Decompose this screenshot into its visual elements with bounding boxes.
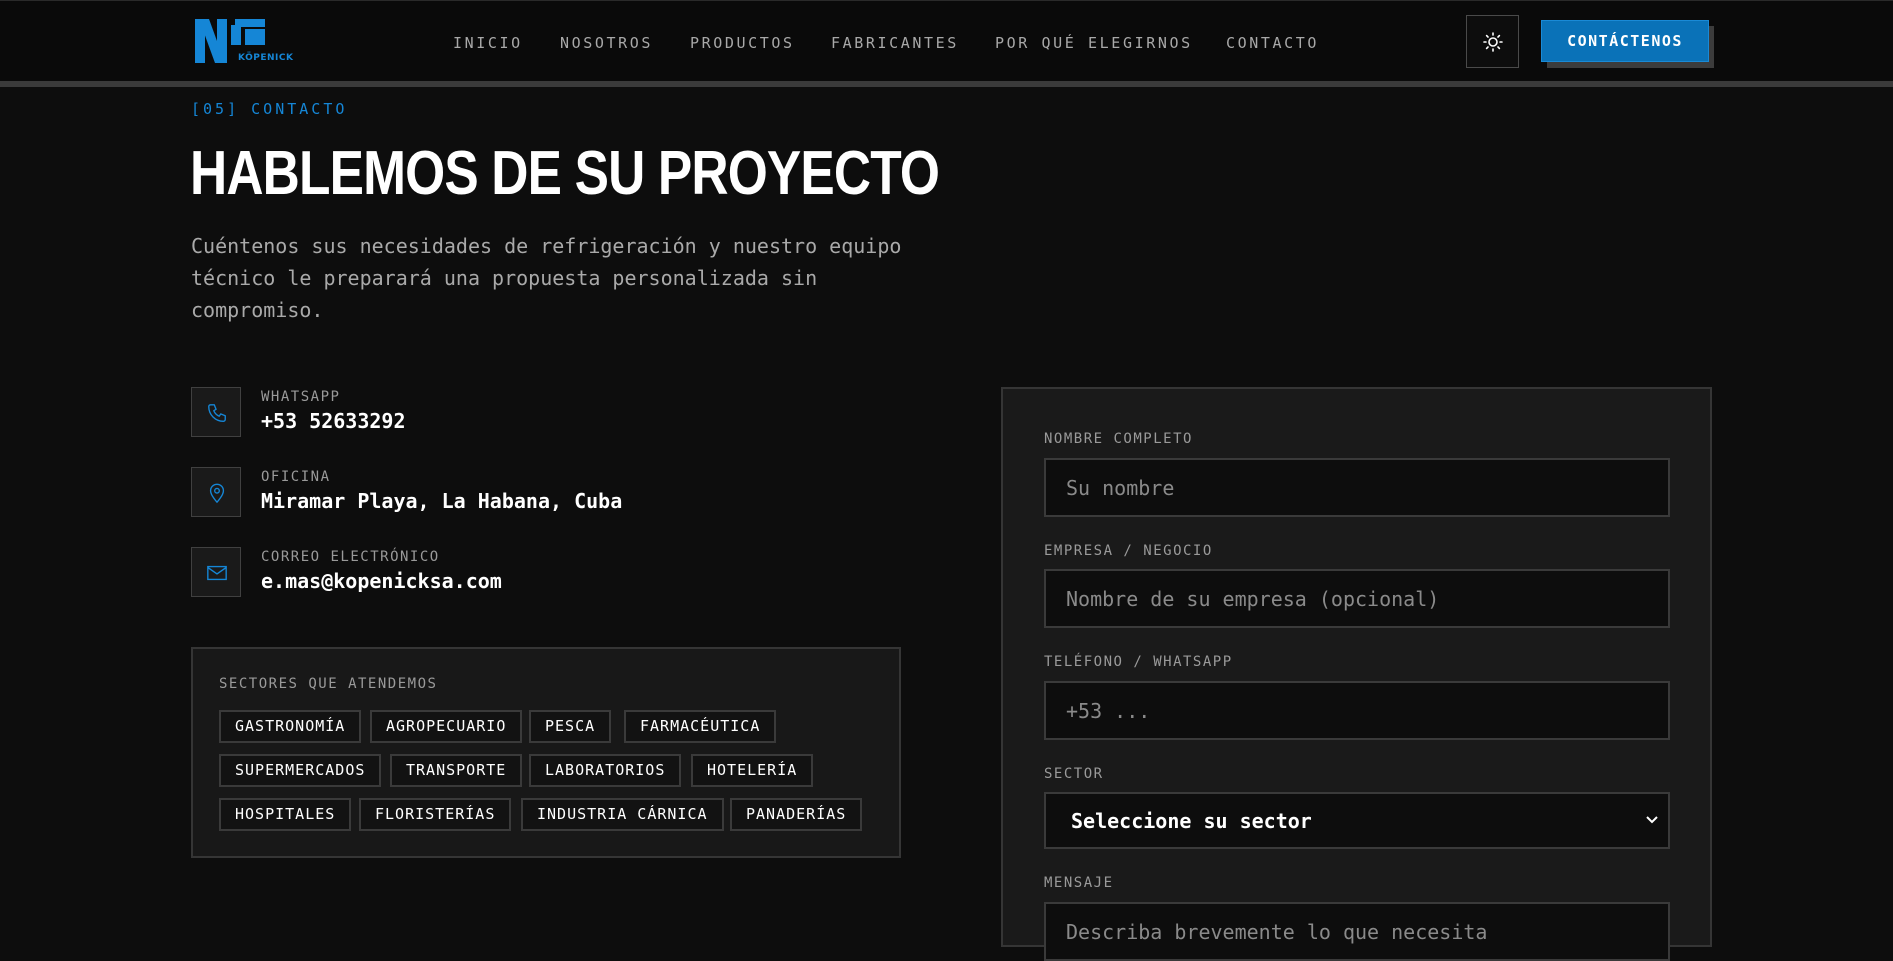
phone-label: TELÉFONO / WHATSAPP [1044,654,1233,670]
company-label: EMPRESA / NEGOCIO [1044,543,1213,559]
sector-select[interactable]: Seleccione su sector [1044,792,1670,849]
message-label: MENSAJE [1044,875,1114,891]
sector-select-value: Seleccione su sector [1071,809,1312,833]
contact-label: OFICINA [261,469,331,485]
nav-contacto[interactable]: CONTACTO [1226,34,1319,52]
sector-tag: TRANSPORTE [390,754,523,787]
sector-tag: HOSPITALES [219,798,352,831]
nav-productos[interactable]: PRODUCTOS [690,34,795,52]
message-textarea[interactable] [1044,902,1670,961]
mail-icon-box [191,547,241,597]
nav-nosotros[interactable]: NOSOTROS [560,34,653,52]
nav-fabricantes[interactable]: FABRICANTES [831,34,959,52]
phone-icon [208,404,226,422]
phone-icon-box [191,387,241,437]
section-eyebrow: [05] CONTACTO [191,100,348,118]
sector-tag: SUPERMERCADOS [219,754,382,787]
sector-tag: INDUSTRIA CÁRNICA [521,798,724,831]
name-label: NOMBRE COMPLETO [1044,431,1193,447]
sector-tag: PANADERÍAS [730,798,863,831]
location-pin-icon [209,483,225,504]
page-title: HABLEMOS DE SU PROYECTO [190,139,940,208]
sectors-title: SECTORES QUE ATENDEMOS [219,676,438,692]
sector-tag: HOTELERÍA [691,754,814,787]
nav-por-que-elegirnos[interactable]: POR QUÉ ELEGIRNOS [995,34,1193,52]
contact-whatsapp[interactable]: WHATSAPP +53 52633292 [191,387,791,439]
company-input[interactable] [1044,569,1670,628]
contact-email[interactable]: CORREO ELECTRÓNICO e.mas@kopenicksa.com [191,547,791,599]
mail-icon [207,565,227,581]
sun-icon [1483,32,1503,52]
contact-value: +53 52633292 [261,409,406,433]
sector-tag: LABORATORIOS [529,754,682,787]
sectors-panel: SECTORES QUE ATENDEMOS GASTRONOMÍA AGROP… [191,647,901,858]
sector-tag: PESCA [529,710,612,743]
sector-tag: GASTRONOMÍA [219,710,362,743]
contact-value: Miramar Playa, La Habana, Cuba [261,489,623,513]
phone-input[interactable] [1044,681,1670,740]
sector-tag: AGROPECUARIO [370,710,523,743]
sector-label: SECTOR [1044,766,1104,782]
chevron-down-icon [1646,816,1658,824]
header-divider [0,81,1893,87]
intro-text: Cuéntenos sus necesidades de refrigeraci… [191,234,902,322]
contact-value: e.mas@kopenicksa.com [261,569,502,593]
site-header: KÖPENICK INICIO NOSOTROS PRODUCTOS FABRI… [0,0,1893,82]
contactenos-button[interactable]: CONTÁCTENOS [1541,20,1709,62]
theme-toggle-button[interactable] [1466,15,1519,68]
contact-oficina: OFICINA Miramar Playa, La Habana, Cuba [191,467,791,519]
logo-wordmark: KÖPENICK [238,53,294,63]
contact-form: NOMBRE COMPLETO EMPRESA / NEGOCIO TELÉFO… [1001,387,1712,961]
contact-label: CORREO ELECTRÓNICO [261,549,440,565]
nav-inicio[interactable]: INICIO [453,34,523,52]
contact-label: WHATSAPP [261,389,341,405]
sector-tag: FLORISTERÍAS [359,798,512,831]
location-icon-box [191,467,241,517]
sector-tag: FARMACÉUTICA [624,710,777,743]
name-input[interactable] [1044,458,1670,517]
